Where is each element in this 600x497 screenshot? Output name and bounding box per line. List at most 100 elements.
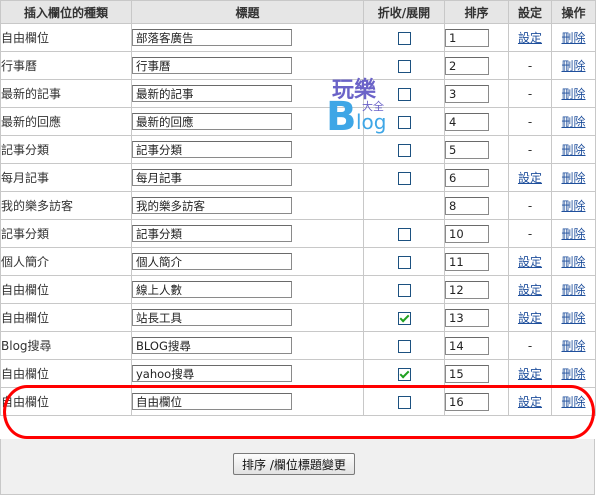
sort-cell <box>444 359 509 388</box>
sort-order-input[interactable] <box>445 224 489 243</box>
collapse-checkbox[interactable] <box>397 367 411 381</box>
widget-title-input[interactable] <box>132 141 292 158</box>
widget-title-input[interactable] <box>132 309 292 326</box>
widget-title-input[interactable] <box>132 337 292 354</box>
collapse-checkbox[interactable] <box>397 395 411 409</box>
widget-type-cell: 行事曆 <box>0 51 132 80</box>
submit-sort-button[interactable]: 排序 /欄位標題變更 <box>233 453 355 475</box>
delete-link[interactable]: 刪除 <box>561 227 585 241</box>
widget-title-cell <box>131 303 364 332</box>
collapse-checkbox[interactable] <box>397 283 411 297</box>
collapse-checkbox[interactable] <box>397 339 411 353</box>
action-cell: 刪除 <box>551 219 596 248</box>
collapse-checkbox[interactable] <box>397 255 411 269</box>
delete-link[interactable]: 刪除 <box>561 31 585 45</box>
widget-title-input[interactable] <box>132 29 292 46</box>
collapse-checkbox[interactable] <box>397 227 411 241</box>
setting-link[interactable]: 設定 <box>518 367 542 381</box>
widget-title-input[interactable] <box>132 197 292 214</box>
sort-order-input[interactable] <box>445 84 489 103</box>
action-cell: 刪除 <box>551 331 596 360</box>
collapse-checkbox[interactable] <box>397 31 411 45</box>
setting-cell: - <box>508 219 552 248</box>
collapse-checkbox[interactable] <box>397 171 411 185</box>
delete-link[interactable]: 刪除 <box>561 283 585 297</box>
collapse-cell <box>363 135 445 164</box>
sort-order-input[interactable] <box>445 308 489 327</box>
delete-link[interactable]: 刪除 <box>561 311 585 325</box>
setting-link[interactable]: 設定 <box>518 255 542 269</box>
sort-order-input[interactable] <box>445 28 489 47</box>
setting-link[interactable]: 設定 <box>518 395 542 409</box>
widget-type-cell: Blog搜尋 <box>0 331 132 360</box>
setting-cell: - <box>508 191 552 220</box>
header-collapse: 折收/展開 <box>363 0 445 24</box>
sort-order-input[interactable] <box>445 392 489 411</box>
widget-title-input[interactable] <box>132 169 292 186</box>
collapse-cell <box>363 51 445 80</box>
widget-type-cell: 我的樂多訪客 <box>0 191 132 220</box>
widget-title-cell <box>131 51 364 80</box>
delete-link[interactable]: 刪除 <box>561 143 585 157</box>
sort-order-input[interactable] <box>445 168 489 187</box>
collapse-checkbox[interactable] <box>397 87 411 101</box>
setting-link[interactable]: 設定 <box>518 31 542 45</box>
sort-order-input[interactable] <box>445 112 489 131</box>
collapse-cell <box>363 387 445 416</box>
table-row: 個人簡介 設定 刪除 <box>0 247 596 276</box>
setting-unavailable: - <box>527 58 533 73</box>
collapse-cell <box>363 163 445 192</box>
sort-cell <box>444 79 509 108</box>
table-row: 記事分類 - 刪除 <box>0 135 596 164</box>
collapse-checkbox[interactable] <box>397 115 411 129</box>
sort-order-input[interactable] <box>445 364 489 383</box>
delete-link[interactable]: 刪除 <box>561 395 585 409</box>
delete-link[interactable]: 刪除 <box>561 59 585 73</box>
sort-order-input[interactable] <box>445 252 489 271</box>
widget-type-cell: 記事分類 <box>0 219 132 248</box>
sort-cell <box>444 23 509 52</box>
sort-order-input[interactable] <box>445 56 489 75</box>
widget-title-input[interactable] <box>132 365 292 382</box>
widget-title-input[interactable] <box>132 281 292 298</box>
action-cell: 刪除 <box>551 303 596 332</box>
widget-title-input[interactable] <box>132 57 292 74</box>
widget-title-input[interactable] <box>132 85 292 102</box>
sort-order-input[interactable] <box>445 140 489 159</box>
widget-title-input[interactable] <box>132 225 292 242</box>
sort-cell <box>444 247 509 276</box>
sort-order-input[interactable] <box>445 280 489 299</box>
widget-title-cell <box>131 23 364 52</box>
collapse-cell <box>363 219 445 248</box>
sort-cell <box>444 331 509 360</box>
widget-title-input[interactable] <box>132 393 292 410</box>
setting-link[interactable]: 設定 <box>518 311 542 325</box>
header-type: 插入欄位的種類 <box>0 0 132 24</box>
setting-cell: 設定 <box>508 359 552 388</box>
setting-link[interactable]: 設定 <box>518 283 542 297</box>
delete-link[interactable]: 刪除 <box>561 199 585 213</box>
header-action: 操作 <box>551 0 596 24</box>
widget-title-input[interactable] <box>132 113 292 130</box>
widget-type-cell: 記事分類 <box>0 135 132 164</box>
collapse-checkbox[interactable] <box>397 143 411 157</box>
widget-type-cell: 自由欄位 <box>0 303 132 332</box>
widget-type-cell: 自由欄位 <box>0 359 132 388</box>
delete-link[interactable]: 刪除 <box>561 255 585 269</box>
collapse-checkbox[interactable] <box>397 59 411 73</box>
sort-order-input[interactable] <box>445 336 489 355</box>
sort-order-input[interactable] <box>445 196 489 215</box>
widget-title-input[interactable] <box>132 253 292 270</box>
sort-cell <box>444 163 509 192</box>
table-row: 自由欄位 設定 刪除 <box>0 23 596 52</box>
delete-link[interactable]: 刪除 <box>561 115 585 129</box>
widget-type-cell: 個人簡介 <box>0 247 132 276</box>
setting-link[interactable]: 設定 <box>518 171 542 185</box>
delete-link[interactable]: 刪除 <box>561 87 585 101</box>
sort-cell <box>444 135 509 164</box>
sort-cell <box>444 191 509 220</box>
delete-link[interactable]: 刪除 <box>561 171 585 185</box>
delete-link[interactable]: 刪除 <box>561 367 585 381</box>
delete-link[interactable]: 刪除 <box>561 339 585 353</box>
collapse-checkbox[interactable] <box>397 311 411 325</box>
